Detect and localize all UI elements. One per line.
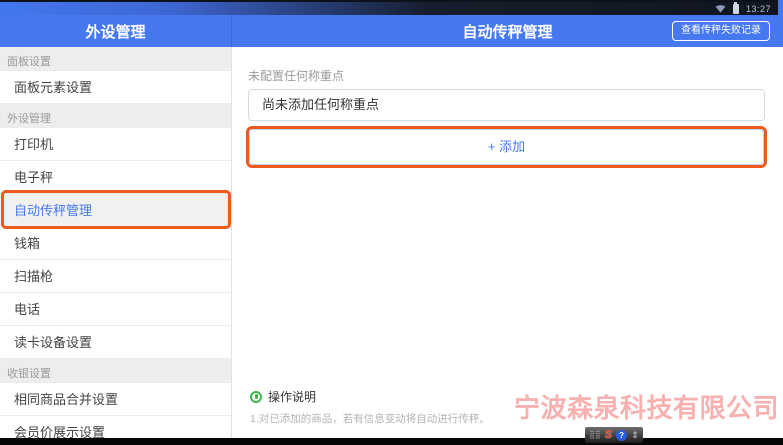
main-header: 自动传秤管理 查看传秤失败记录 [232, 15, 783, 47]
sidebar-section-label: 外设管理 [0, 104, 231, 128]
sidebar-item[interactable]: 扫描枪 [0, 260, 231, 293]
instructions-block: 操作说明 1.对已添加的商品，若有信息变动将自动进行传秤。 [250, 388, 490, 426]
sidebar-header: 外设管理 [0, 15, 232, 47]
sidebar-item[interactable]: 电话 [0, 293, 231, 326]
sidebar-items: 面板设置面板元素设置外设管理打印机电子秤自动传秤管理钱箱扫描枪电话读卡设备设置收… [0, 47, 231, 445]
main-content: 未配置任何称重点 尚未添加任何称重点 + 添加 操作说明 1.对已添加的商品，若… [233, 47, 783, 438]
wifi-icon [715, 4, 726, 13]
view-fail-records-button[interactable]: 查看传秤失败记录 [672, 21, 770, 41]
empty-state-box: 尚未添加任何称重点 [248, 89, 765, 121]
sidebar-item[interactable]: 相同商品合并设置 [0, 383, 231, 416]
sidebar-section-label: 面板设置 [0, 47, 231, 71]
status-bar: 13:27 [0, 0, 783, 15]
sidebar-item[interactable]: 钱箱 [0, 227, 231, 260]
floating-toolbar[interactable]: ⣿⣿ S ? ⇕ [585, 427, 643, 443]
company-watermark: 宁波森泉科技有限公司 [514, 388, 779, 425]
instructions-line: 1.对已添加的商品，若有信息变动将自动进行传秤。 [250, 411, 490, 426]
page-title: 自动传秤管理 [462, 21, 552, 42]
add-button[interactable]: + 添加 [249, 129, 764, 165]
battery-icon [733, 4, 739, 14]
drag-handle-icon[interactable]: ⣿⣿ [589, 431, 601, 439]
selected-item-highlight [1, 190, 231, 229]
assistant-s-icon[interactable]: S [605, 430, 612, 441]
header-bar: 外设管理 自动传秤管理 查看传秤失败记录 [0, 15, 783, 47]
sidebar-item[interactable]: 打印机 [0, 128, 231, 161]
status-time: 13:27 [746, 4, 771, 14]
sidebar-section-label: 收银设置 [0, 359, 231, 383]
instructions-title-row: 操作说明 [250, 388, 490, 405]
help-icon[interactable]: ? [616, 430, 627, 441]
header-edge-strip [778, 0, 783, 47]
sidebar-item[interactable]: 读卡设备设置 [0, 326, 231, 359]
empty-state-label: 未配置任何称重点 [248, 67, 344, 84]
bottom-bar [0, 438, 783, 445]
sidebar: 面板设置面板元素设置外设管理打印机电子秤自动传秤管理钱箱扫描枪电话读卡设备设置收… [0, 47, 232, 445]
sidebar-item[interactable]: 面板元素设置 [0, 71, 231, 104]
instruction-icon [250, 391, 262, 403]
sidebar-item[interactable]: 电子秤 [0, 161, 231, 194]
app-screen: 13:27 外设管理 自动传秤管理 查看传秤失败记录 面板设置面板元素设置外设管… [0, 0, 783, 445]
collapse-arrows-icon[interactable]: ⇕ [631, 431, 639, 440]
sidebar-item-selected[interactable]: 自动传秤管理 [0, 194, 231, 227]
sidebar-title: 外设管理 [85, 21, 145, 42]
add-button-highlight: + 添加 [246, 126, 767, 168]
instructions-title: 操作说明 [268, 388, 316, 405]
